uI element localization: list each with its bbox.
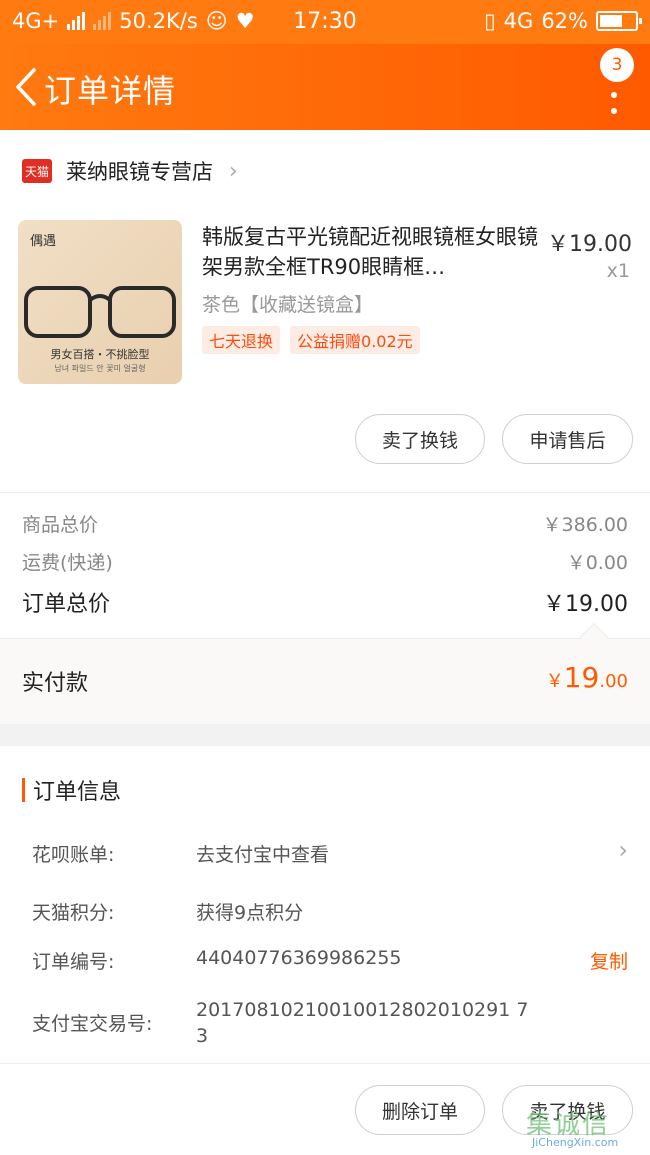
product-image[interactable]: 偶遇 男女百搭・不挑脸型 남녀 파일드 안 꽃미 얼굴형 bbox=[18, 220, 182, 384]
chevron-left-icon bbox=[16, 68, 36, 106]
network-type-right: 4G bbox=[503, 9, 534, 33]
copy-button[interactable]: 复制 bbox=[590, 947, 628, 974]
status-bar: 4G+ 50.2K/s ☺ ♥ 17:30 ▯ 4G 62% bbox=[0, 0, 650, 44]
shop-name[interactable]: 莱纳眼镜专营店 bbox=[66, 156, 213, 186]
divider bbox=[0, 492, 650, 493]
watermark: 集诚信 JiChengXin.com bbox=[526, 1104, 642, 1152]
product-sku: 茶色【收藏送镜盒】 bbox=[202, 294, 374, 316]
app-header: 订单详情 3 bbox=[0, 44, 650, 130]
goods-total-label: 商品总价 bbox=[22, 514, 99, 536]
page-title: 订单详情 bbox=[44, 72, 177, 110]
points-value: 获得9点积分 bbox=[196, 902, 304, 924]
huabei-value[interactable]: 去支付宝中查看 bbox=[196, 840, 329, 867]
paid-currency: ￥ bbox=[545, 671, 564, 692]
delete-order-button[interactable]: 删除订单 bbox=[355, 1085, 485, 1135]
alipay-trade-label: 支付宝交易号: bbox=[32, 1013, 153, 1035]
battery-icon bbox=[596, 11, 642, 31]
alipay-trade-value: 20170810210010012802010291 7 3 bbox=[196, 997, 556, 1049]
more-icon bbox=[611, 92, 617, 98]
order-total-value: ￥19.00 bbox=[543, 592, 628, 617]
paid-value: ￥19.00 bbox=[546, 661, 628, 694]
paid-integer: 19 bbox=[563, 661, 600, 694]
alipay-trade-value-line2: 3 bbox=[196, 1025, 209, 1047]
after-sale-button[interactable]: 申请售后 bbox=[502, 414, 633, 464]
back-button[interactable] bbox=[10, 64, 42, 110]
product-price: ￥19.00 bbox=[547, 232, 632, 257]
chevron-right-icon: › bbox=[618, 836, 628, 864]
more-icon-dot bbox=[611, 108, 617, 114]
sell-button[interactable]: 卖了换钱 bbox=[355, 414, 485, 464]
points-label: 天猫积分: bbox=[32, 902, 115, 924]
shipping-row: 运费(快递) ￥0.00 bbox=[22, 548, 628, 575]
goods-total-value: ￥386.00 bbox=[542, 514, 628, 536]
huabei-row[interactable]: 花呗账单: 去支付宝中查看 › bbox=[32, 836, 632, 867]
product-image-brand: 偶遇 bbox=[30, 234, 57, 249]
product-item[interactable]: 偶遇 男女百搭・不挑脸型 남녀 파일드 안 꽃미 얼굴형 韩版复古平光镜配近视眼… bbox=[0, 212, 650, 397]
message-badge[interactable]: 3 bbox=[600, 48, 634, 82]
shipping-value: ￥0.00 bbox=[566, 552, 628, 574]
vibrate-icon: ▯ bbox=[484, 9, 496, 33]
order-info-title: 订单信息 bbox=[33, 780, 122, 805]
shipping-label: 运费(快递) bbox=[22, 552, 113, 574]
product-image-subtag: 남녀 파일드 안 꽃미 얼굴형 bbox=[54, 364, 146, 373]
watermark-url: JiChengXin.com bbox=[532, 1136, 619, 1149]
goods-total-row: 商品总价 ￥386.00 bbox=[22, 510, 628, 537]
chevron-right-icon: › bbox=[229, 158, 238, 184]
order-info-heading: 订单信息 bbox=[22, 774, 121, 806]
product-tags: 七天退换 公益捐赠0.02元 bbox=[202, 326, 420, 354]
product-image-tag: 男女百搭・不挑脸型 bbox=[50, 348, 150, 361]
paid-decimal: .00 bbox=[599, 671, 628, 692]
alipay-trade-row: 支付宝交易号: 20170810210010012802010291 7 3 bbox=[32, 997, 632, 1049]
order-number-row: 订单编号: 44040776369986255 复制 bbox=[32, 947, 632, 973]
glasses-icon bbox=[24, 286, 176, 338]
tag-charity: 公益捐赠0.02元 bbox=[290, 326, 420, 354]
order-number-value: 44040776369986255 bbox=[196, 947, 402, 969]
order-total-label: 订单总价 bbox=[22, 592, 111, 617]
caret-up-icon bbox=[579, 622, 609, 652]
battery-percent: 62% bbox=[541, 9, 588, 33]
paid-label: 实付款 bbox=[22, 671, 89, 696]
shop-row[interactable]: 天猫 莱纳眼镜专营店 › bbox=[0, 130, 650, 212]
huabei-label: 花呗账单: bbox=[32, 844, 115, 866]
accent-bar bbox=[22, 778, 25, 802]
alipay-trade-value-line1: 20170810210010012802010291 7 bbox=[196, 999, 529, 1021]
paid-amount-box: 实付款 ￥19.00 bbox=[0, 622, 650, 724]
points-row: 天猫积分: 获得9点积分 bbox=[32, 898, 632, 924]
order-number-label: 订单编号: bbox=[32, 951, 115, 973]
product-quantity: x1 bbox=[606, 260, 630, 282]
section-gap bbox=[0, 724, 650, 746]
tmall-logo: 天猫 bbox=[22, 159, 52, 183]
product-title[interactable]: 韩版复古平光镜配近视眼镜框女眼镜架男款全框TR90眼睛框… bbox=[202, 222, 538, 282]
tag-seven-day-return: 七天退换 bbox=[202, 326, 281, 354]
order-total-row: 订单总价 ￥19.00 bbox=[22, 586, 628, 618]
